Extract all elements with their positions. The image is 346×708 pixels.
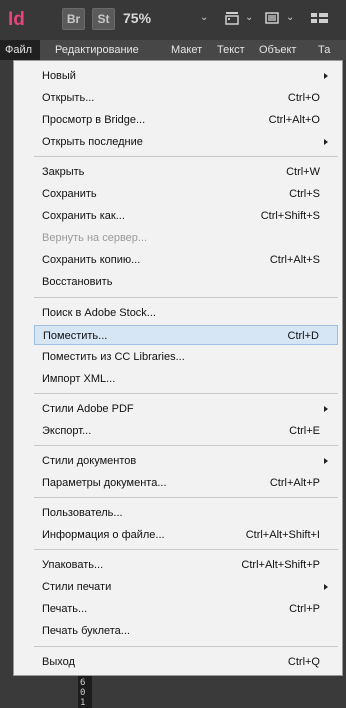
menu-item-close[interactable]: Закрыть Ctrl+W bbox=[34, 162, 338, 182]
menu-item-shortcut: Ctrl+Alt+Shift+P bbox=[241, 559, 320, 571]
zoom-chevron-down-icon[interactable]: ⌄ bbox=[200, 10, 208, 26]
bridge-button[interactable]: Br bbox=[62, 8, 85, 30]
ruler-number: 6 bbox=[80, 678, 86, 688]
menu-item-label: Экспорт... bbox=[42, 425, 92, 437]
menu-item-shortcut: Ctrl+D bbox=[287, 330, 319, 342]
menu-item-shortcut: Ctrl+Shift+S bbox=[260, 210, 320, 222]
menu-item-label: Выход bbox=[42, 656, 75, 668]
menu-item-file-info[interactable]: Информация о файле... Ctrl+Alt+Shift+I bbox=[34, 525, 338, 545]
submenu-arrow-icon bbox=[324, 406, 328, 412]
file-menu-dropdown: Новый Открыть... Ctrl+O Просмотр в Bridg… bbox=[13, 60, 343, 676]
zoom-level[interactable]: 75% bbox=[123, 8, 151, 28]
menu-item-document-setup[interactable]: Параметры документа... Ctrl+Alt+P bbox=[34, 473, 338, 493]
menu-edit[interactable]: Редактирование bbox=[55, 40, 139, 60]
menu-item-save-as[interactable]: Сохранить как... Ctrl+Shift+S bbox=[34, 206, 338, 226]
ruler-number: 1 bbox=[80, 698, 86, 708]
menu-separator bbox=[34, 297, 338, 298]
menu-item-search-adobe-stock[interactable]: Поиск в Adobe Stock... bbox=[34, 303, 338, 323]
menu-item-label: Поместить... bbox=[43, 330, 108, 342]
submenu-arrow-icon bbox=[324, 73, 328, 79]
menu-item-label: Вернуть на сервер... bbox=[42, 232, 148, 244]
menu-separator bbox=[34, 646, 338, 647]
menu-item-shortcut: Ctrl+Alt+O bbox=[268, 114, 320, 126]
menu-item-save[interactable]: Сохранить Ctrl+S bbox=[34, 184, 338, 204]
menu-separator bbox=[34, 497, 338, 498]
menu-item-label: Закрыть bbox=[42, 166, 85, 178]
menu-item-save-copy[interactable]: Сохранить копию... Ctrl+Alt+S bbox=[34, 250, 338, 270]
menu-item-place-from-cc-libraries[interactable]: Поместить из CC Libraries... bbox=[34, 347, 338, 367]
stock-button[interactable]: St bbox=[92, 8, 115, 30]
menu-item-label: Стили Adobe PDF bbox=[42, 403, 134, 415]
view-options-icon[interactable] bbox=[225, 10, 241, 26]
menu-item-label: Поиск в Adobe Stock... bbox=[42, 307, 156, 319]
menu-item-label: Восстановить bbox=[42, 276, 113, 288]
menu-item-export[interactable]: Экспорт... Ctrl+E bbox=[34, 421, 338, 441]
menu-item-browse-in-bridge[interactable]: Просмотр в Bridge... Ctrl+Alt+O bbox=[34, 110, 338, 130]
app-bar: Id Br St 75% ⌄ ⌄ ⌄ bbox=[0, 0, 346, 40]
menu-item-shortcut: Ctrl+P bbox=[289, 603, 320, 615]
menu-separator bbox=[34, 549, 338, 550]
menu-item-print-booklet[interactable]: Печать буклета... bbox=[34, 621, 338, 641]
indesign-logo: Id bbox=[8, 9, 25, 30]
menu-item-place[interactable]: Поместить... Ctrl+D bbox=[34, 325, 338, 345]
menu-item-label: Поместить из CC Libraries... bbox=[42, 351, 185, 363]
menu-item-check-in: Вернуть на сервер... bbox=[34, 228, 338, 248]
menu-separator bbox=[34, 445, 338, 446]
menu-item-shortcut: Ctrl+S bbox=[289, 188, 320, 200]
submenu-arrow-icon bbox=[324, 139, 328, 145]
menu-item-print[interactable]: Печать... Ctrl+P bbox=[34, 599, 338, 619]
arrange-documents-icon[interactable] bbox=[310, 10, 330, 26]
menu-layout[interactable]: Макет bbox=[171, 40, 202, 60]
menu-file[interactable]: Файл bbox=[0, 40, 40, 60]
menu-item-label: Информация о файле... bbox=[42, 529, 165, 541]
menu-separator bbox=[34, 156, 338, 157]
menu-item-open-recent[interactable]: Открыть последние bbox=[34, 132, 338, 152]
menu-item-label: Пользователь... bbox=[42, 507, 123, 519]
menu-item-shortcut: Ctrl+Alt+Shift+I bbox=[245, 529, 320, 541]
menu-item-import-xml[interactable]: Импорт XML... bbox=[34, 369, 338, 389]
menu-item-exit[interactable]: Выход Ctrl+Q bbox=[34, 652, 338, 672]
menu-item-shortcut: Ctrl+O bbox=[287, 92, 320, 104]
menu-item-label: Сохранить как... bbox=[42, 210, 125, 222]
menu-item-label: Открыть... bbox=[42, 92, 95, 104]
menu-item-shortcut: Ctrl+Alt+S bbox=[269, 254, 320, 266]
screen-mode-icon[interactable] bbox=[264, 10, 280, 26]
menu-item-label: Печать... bbox=[42, 603, 88, 615]
menu-item-shortcut: Ctrl+E bbox=[289, 425, 320, 437]
menu-object[interactable]: Объект bbox=[259, 40, 296, 60]
menu-item-document-presets[interactable]: Стили документов bbox=[34, 451, 338, 471]
menu-item-label: Упаковать... bbox=[42, 559, 104, 571]
ruler-number: 0 bbox=[80, 688, 86, 698]
menu-item-label: Параметры документа... bbox=[42, 477, 167, 489]
menu-item-open[interactable]: Открыть... Ctrl+O bbox=[34, 88, 338, 108]
menu-item-label: Стили документов bbox=[42, 455, 137, 467]
view-options-chevron-down-icon[interactable]: ⌄ bbox=[245, 10, 253, 26]
menu-item-revert[interactable]: Восстановить bbox=[34, 272, 338, 292]
menu-item-user[interactable]: Пользователь... bbox=[34, 503, 338, 523]
menu-item-shortcut: Ctrl+Alt+P bbox=[269, 477, 320, 489]
menu-type[interactable]: Текст bbox=[217, 40, 245, 60]
menu-item-label: Просмотр в Bridge... bbox=[42, 114, 146, 126]
menu-separator bbox=[34, 393, 338, 394]
submenu-arrow-icon bbox=[324, 458, 328, 464]
menu-item-label: Открыть последние bbox=[42, 136, 143, 148]
menu-bar: Файл Редактирование Макет Текст Объект Т… bbox=[0, 40, 346, 60]
screen-mode-chevron-down-icon[interactable]: ⌄ bbox=[286, 10, 294, 26]
menu-item-shortcut: Ctrl+W bbox=[286, 166, 320, 178]
menu-item-label: Стили печати bbox=[42, 581, 112, 593]
menu-table[interactable]: Та bbox=[318, 40, 330, 60]
menu-item-shortcut: Ctrl+Q bbox=[287, 656, 320, 668]
menu-item-label: Сохранить копию... bbox=[42, 254, 141, 266]
submenu-arrow-icon bbox=[324, 584, 328, 590]
menu-item-label: Сохранить bbox=[42, 188, 97, 200]
menu-item-package[interactable]: Упаковать... Ctrl+Alt+Shift+P bbox=[34, 555, 338, 575]
menu-item-label: Печать буклета... bbox=[42, 625, 130, 637]
menu-item-print-presets[interactable]: Стили печати bbox=[34, 577, 338, 597]
menu-item-new[interactable]: Новый bbox=[34, 66, 338, 86]
menu-item-label: Новый bbox=[42, 70, 76, 82]
menu-item-adobe-pdf-presets[interactable]: Стили Adobe PDF bbox=[34, 399, 338, 419]
menu-item-label: Импорт XML... bbox=[42, 373, 116, 385]
